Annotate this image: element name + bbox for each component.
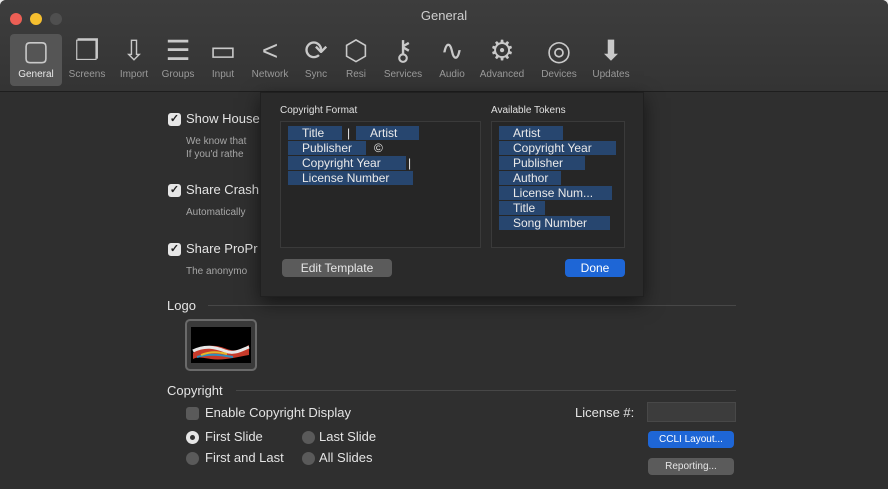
tab-audio[interactable]: ∿ Audio: [432, 34, 472, 86]
general-icon: ▢: [22, 35, 50, 66]
enable-copyright-checkbox[interactable]: [186, 407, 199, 420]
logo-thumbnail: [191, 327, 251, 363]
format-separator: |: [347, 126, 351, 140]
copyright-section-title: Copyright: [167, 383, 223, 398]
title-bar: General ▢ General ❐ Screens ⇩ Import ☰ G…: [0, 0, 888, 92]
available-tokens-title: Available Tokens: [491, 105, 566, 116]
copyright-template-popover: Copyright Format Available Tokens Title …: [260, 92, 644, 297]
available-token[interactable]: Author: [499, 171, 561, 185]
screens-icon: ❐: [74, 35, 100, 66]
license-number-field[interactable]: [647, 402, 736, 422]
show-house-checkbox[interactable]: ✓: [168, 113, 181, 126]
format-token[interactable]: License Number: [288, 171, 413, 185]
groups-icon: ☰: [165, 35, 191, 66]
window-title: General: [420, 8, 468, 23]
tab-screens[interactable]: ❐ Screens: [64, 34, 110, 86]
format-token[interactable]: Publisher: [288, 141, 366, 155]
services-icon: ⚷: [392, 35, 414, 66]
share-crash-checkbox[interactable]: ✓: [168, 184, 181, 197]
format-token[interactable]: Artist: [356, 126, 419, 140]
first-and-last-label: First and Last: [205, 450, 284, 465]
tab-sync[interactable]: ⟳ Sync: [296, 34, 336, 86]
available-token[interactable]: Song Number: [499, 216, 610, 230]
license-number-label: License #:: [575, 405, 635, 420]
import-icon: ⇩: [122, 35, 146, 66]
available-token[interactable]: Copyright Year: [499, 141, 616, 155]
share-crash-description: Automatically: [186, 207, 246, 218]
preferences-window: General ▢ General ❐ Screens ⇩ Import ☰ G…: [0, 0, 888, 489]
share-crash-label: Share Crash: [186, 182, 259, 197]
enable-copyright-label: Enable Copyright Display: [205, 405, 351, 420]
format-copyright-symbol: ©: [374, 141, 383, 155]
logo-divider: [208, 305, 736, 306]
audio-icon: ∿: [440, 35, 464, 66]
format-token[interactable]: Copyright Year: [288, 156, 406, 170]
ccli-layout-button[interactable]: CCLI Layout...: [648, 431, 734, 448]
copyright-divider: [236, 390, 736, 391]
last-slide-radio[interactable]: [302, 431, 315, 444]
sync-icon: ⟳: [304, 35, 328, 66]
tab-devices[interactable]: ◎ Devices: [534, 34, 584, 86]
resi-icon: ⬡: [343, 35, 369, 66]
done-button[interactable]: Done: [565, 259, 625, 277]
edit-template-button[interactable]: Edit Template: [282, 259, 392, 277]
show-house-label: Show House: [186, 111, 260, 126]
format-token[interactable]: Title: [288, 126, 342, 140]
copyright-format-editor[interactable]: Title | Artist Publisher © Copyright Yea…: [280, 121, 481, 248]
tab-network[interactable]: < Network: [244, 34, 296, 86]
first-and-last-radio[interactable]: [186, 452, 199, 465]
logo-section-title: Logo: [167, 298, 196, 313]
tab-updates[interactable]: ⬇ Updates: [586, 34, 636, 86]
advanced-icon: ⚙: [489, 35, 515, 66]
available-token[interactable]: License Num...: [499, 186, 612, 200]
available-token[interactable]: Artist: [499, 126, 563, 140]
reporting-button[interactable]: Reporting...: [648, 458, 734, 475]
tab-input[interactable]: ▭ Input: [202, 34, 244, 86]
first-slide-radio[interactable]: [186, 431, 199, 444]
share-propresenter-label: Share ProPr: [186, 241, 258, 256]
share-propresenter-checkbox[interactable]: ✓: [168, 243, 181, 256]
tab-import[interactable]: ⇩ Import: [112, 34, 156, 86]
available-tokens-list: Artist Copyright Year Publisher Author L…: [491, 121, 625, 248]
logo-image-well[interactable]: [185, 319, 257, 371]
tab-services[interactable]: ⚷ Services: [378, 34, 428, 86]
devices-icon: ◎: [546, 35, 572, 66]
tab-groups[interactable]: ☰ Groups: [156, 34, 200, 86]
show-house-description: We know that: [186, 136, 247, 147]
format-separator: |: [408, 156, 412, 170]
copyright-format-title: Copyright Format: [280, 105, 358, 116]
show-house-description-2: If you'd rathe: [186, 149, 244, 160]
tab-resi[interactable]: ⬡ Resi: [336, 34, 376, 86]
share-propresenter-description: The anonymo: [186, 266, 248, 277]
all-slides-label: All Slides: [319, 450, 373, 465]
tab-advanced[interactable]: ⚙ Advanced: [474, 34, 530, 86]
network-icon: <: [261, 35, 279, 66]
available-token[interactable]: Publisher: [499, 156, 585, 170]
updates-icon: ⬇: [599, 35, 623, 66]
tab-general[interactable]: ▢ General: [10, 34, 62, 86]
input-icon: ▭: [209, 35, 237, 66]
available-token[interactable]: Title: [499, 201, 545, 215]
last-slide-label: Last Slide: [319, 429, 377, 444]
first-slide-label: First Slide: [205, 429, 263, 444]
all-slides-radio[interactable]: [302, 452, 315, 465]
